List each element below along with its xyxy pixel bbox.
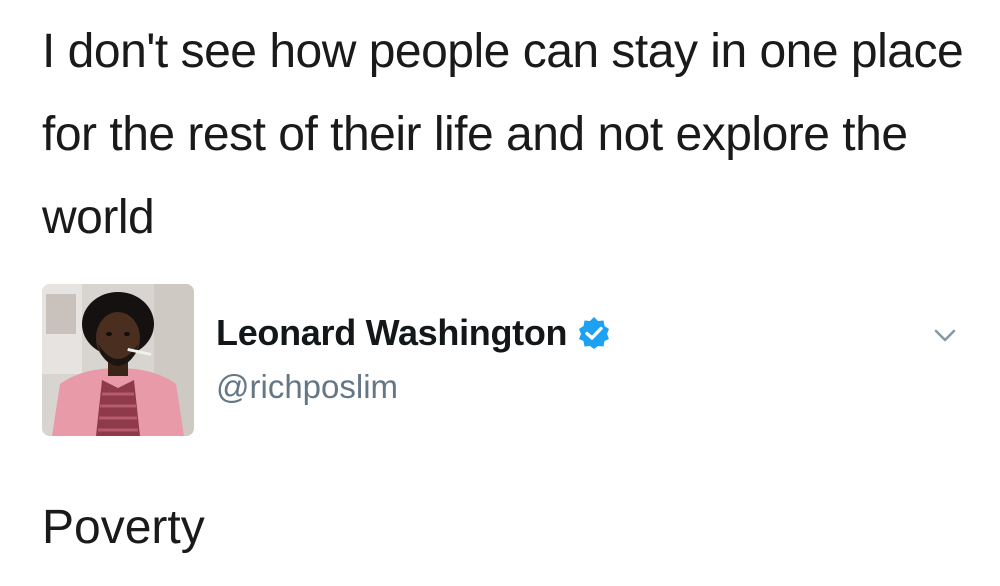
- author-handle[interactable]: @richposlim: [216, 368, 398, 406]
- author-name-line[interactable]: Leonard Washington: [216, 312, 611, 354]
- tweet-author-header: Leonard Washington @richposlim: [42, 284, 972, 436]
- chevron-down-icon[interactable]: [928, 324, 962, 348]
- verified-badge-icon: [577, 316, 611, 350]
- quoted-tweet-text: I don't see how people can stay in one p…: [42, 25, 964, 244]
- profile-photo-icon: [42, 284, 194, 436]
- tweet-text: Poverty: [42, 501, 205, 554]
- author-display-name[interactable]: Leonard Washington: [216, 312, 568, 354]
- avatar[interactable]: [42, 284, 194, 436]
